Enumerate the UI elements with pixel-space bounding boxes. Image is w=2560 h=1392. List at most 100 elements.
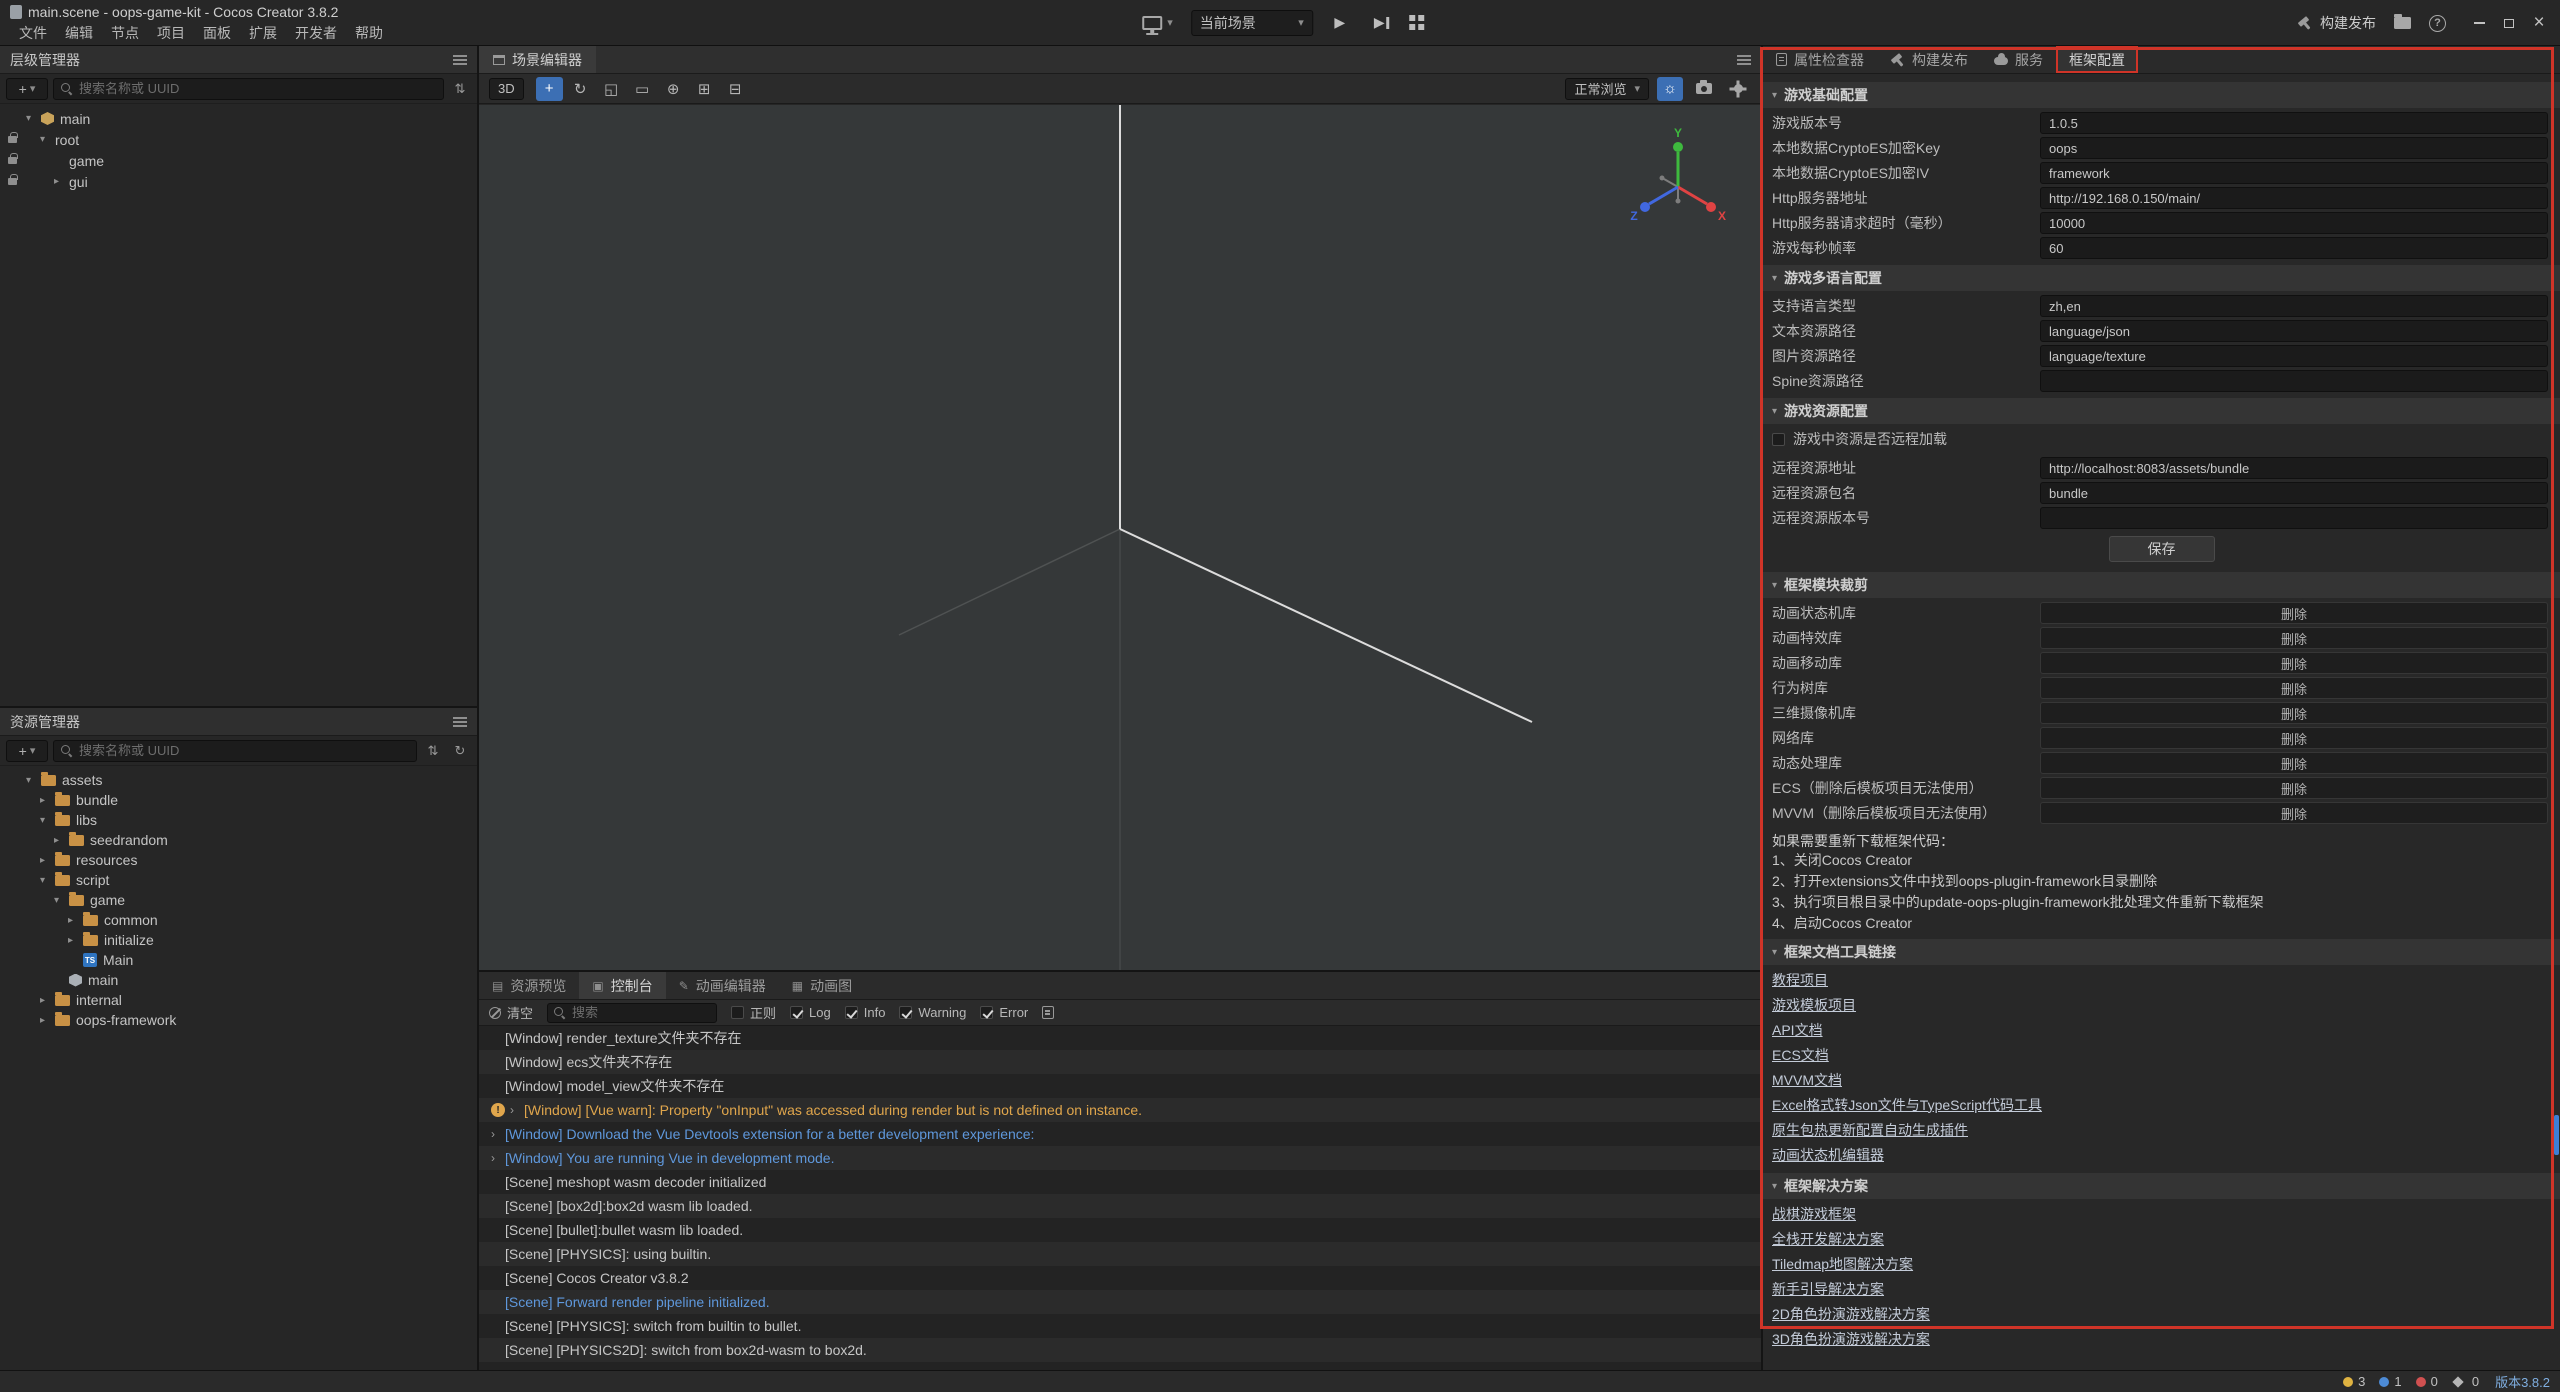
console-filter[interactable]: Warning [899, 1005, 966, 1020]
menu-item[interactable]: 开发者 [286, 23, 346, 43]
menu-item[interactable]: 文件 [10, 23, 56, 43]
log-count-badge[interactable]: 1 [2379, 1374, 2401, 1389]
assets-search[interactable] [53, 740, 417, 762]
3d-2d-toggle[interactable]: 3D [489, 78, 524, 100]
delete-module-button[interactable]: 删除 [2040, 727, 2548, 749]
layout-grid-icon[interactable] [1409, 15, 1424, 30]
scene-gizmo-settings-icon[interactable] [1725, 77, 1751, 101]
expand-arrow-icon[interactable]: ▾ [26, 113, 41, 124]
expand-arrow-icon[interactable]: ▾ [40, 134, 55, 145]
console-filter[interactable]: Info [845, 1005, 886, 1020]
solution-link[interactable]: 2D角色扮演游戏解决方案 [1772, 1304, 1930, 1324]
inspector-tab[interactable]: 服务 [1981, 46, 2056, 73]
task-badge[interactable]: 0 [2454, 1374, 2479, 1389]
asset-row[interactable]: ▾ assets [0, 770, 477, 790]
expand-arrow-icon[interactable]: ▸ [54, 176, 69, 187]
console-search-input[interactable] [572, 1005, 710, 1020]
log-row[interactable]: ! [Scene] [bullet]:bullet wasm lib loade… [479, 1218, 1761, 1242]
tab-scene-editor[interactable]: 场景编辑器 [479, 46, 596, 73]
log-row[interactable]: ! [Scene] meshopt wasm decoder initializ… [479, 1170, 1761, 1194]
log-count-badge[interactable]: 0 [2416, 1374, 2438, 1389]
log-expand-arrow-icon[interactable]: › [491, 1127, 505, 1141]
console-tab[interactable]: ▣ 控制台 [579, 972, 665, 999]
minimize-button[interactable] [2464, 0, 2494, 46]
inspector-tab[interactable]: 属性检查器 [1763, 46, 1877, 73]
view-mode-select[interactable]: 正常浏览 ▾ [1565, 78, 1649, 100]
menu-item[interactable]: 扩展 [240, 23, 286, 43]
console-filter[interactable]: Log [790, 1005, 831, 1020]
field-input[interactable] [2040, 112, 2548, 134]
asset-row[interactable]: Main [0, 950, 477, 970]
scene-tool-button[interactable]: ↻ [567, 77, 594, 101]
solution-link[interactable]: 新手引导解决方案 [1772, 1279, 1884, 1299]
build-publish-button[interactable]: 构建发布 [2297, 13, 2376, 33]
asset-row[interactable]: ▾ script [0, 870, 477, 890]
create-node-button[interactable]: +▾ [6, 78, 48, 100]
hierarchy-search[interactable] [53, 78, 444, 100]
scene-tool-button[interactable]: + [536, 77, 563, 101]
refresh-assets-icon[interactable]: ↻ [449, 743, 471, 759]
field-input[interactable] [2040, 137, 2548, 159]
menu-item[interactable]: 面板 [194, 23, 240, 43]
log-row[interactable]: ! [Scene] [PHYSICS]: switch from builtin… [479, 1314, 1761, 1338]
asset-row[interactable]: ▸ initialize [0, 930, 477, 950]
filter-checkbox[interactable] [980, 1006, 993, 1019]
expand-collapse-all-icon[interactable]: ⇅ [449, 81, 471, 97]
asset-row[interactable]: ▾ game [0, 890, 477, 910]
inspector-tab[interactable]: 框架配置 [2056, 46, 2138, 73]
scene-tool-button[interactable]: ⊞ [691, 77, 718, 101]
asset-row[interactable]: ▸ bundle [0, 790, 477, 810]
asset-row[interactable]: ▸ resources [0, 850, 477, 870]
scene-tool-button[interactable]: ⊟ [722, 77, 749, 101]
doc-link[interactable]: MVVM文档 [1772, 1070, 1842, 1090]
hierarchy-node-row[interactable]: ▸ gui [0, 171, 477, 192]
step-button[interactable]: ▶ [1367, 10, 1397, 36]
expand-arrow-icon[interactable]: ▾ [40, 875, 55, 886]
solution-link[interactable]: 战棋游戏框架 [1772, 1204, 1856, 1224]
asset-row[interactable]: main [0, 970, 477, 990]
field-input[interactable] [2040, 457, 2548, 479]
log-row[interactable]: ! [Window] render_texture文件夹不存在 [479, 1026, 1761, 1050]
play-button[interactable]: ▶ [1325, 10, 1355, 36]
log-row[interactable]: ! [Scene] Forward render pipeline initia… [479, 1290, 1761, 1314]
section-header-docs[interactable]: ▾ 框架文档工具链接 [1763, 939, 2560, 965]
scrollbar-thumb[interactable] [2554, 1115, 2559, 1155]
scene-tool-button[interactable]: ◱ [598, 77, 625, 101]
field-input[interactable] [2040, 237, 2548, 259]
console-filter[interactable]: Error [980, 1005, 1028, 1020]
expand-arrow-icon[interactable]: ▾ [26, 775, 41, 786]
menu-item[interactable]: 节点 [102, 23, 148, 43]
console-tab[interactable]: ✎ 动画编辑器 [666, 972, 779, 999]
project-folder-icon[interactable] [2394, 17, 2411, 29]
log-row[interactable]: ! [Scene] [PHYSICS]: using builtin. [479, 1242, 1761, 1266]
expand-arrow-icon[interactable]: ▸ [68, 935, 83, 946]
log-row[interactable]: ! › [Window] [Vue warn]: Property "onInp… [479, 1098, 1761, 1122]
log-row[interactable]: ! › [Window] You are running Vue in deve… [479, 1146, 1761, 1170]
regex-toggle[interactable]: 正则 [731, 1003, 776, 1022]
delete-module-button[interactable]: 删除 [2040, 602, 2548, 624]
solution-link[interactable]: 3D角色扮演游戏解决方案 [1772, 1329, 1930, 1349]
scene-viewport[interactable]: Y X Z [479, 105, 1761, 970]
log-row[interactable]: ! [Scene] [box2d]:box2d wasm lib loaded. [479, 1194, 1761, 1218]
asset-row[interactable]: ▸ internal [0, 990, 477, 1010]
delete-module-button[interactable]: 删除 [2040, 702, 2548, 724]
solution-link[interactable]: Tiledmap地图解决方案 [1772, 1254, 1913, 1274]
expand-arrow-icon[interactable]: ▸ [40, 855, 55, 866]
delete-module-button[interactable]: 删除 [2040, 752, 2548, 774]
delete-module-button[interactable]: 删除 [2040, 652, 2548, 674]
delete-module-button[interactable]: 删除 [2040, 677, 2548, 699]
console-tab[interactable]: ▤ 资源预览 [479, 972, 579, 999]
section-header-language[interactable]: ▾ 游戏多语言配置 [1763, 265, 2560, 291]
doc-link[interactable]: 原生包热更新配置自动生成插件 [1772, 1120, 1968, 1140]
panel-menu-icon[interactable] [453, 721, 467, 723]
expand-arrow-icon[interactable]: ▸ [68, 915, 83, 926]
filter-checkbox[interactable] [845, 1006, 858, 1019]
save-button[interactable]: 保存 [2109, 536, 2215, 562]
preview-target-select[interactable]: ▾ [1136, 10, 1179, 36]
scene-tool-button[interactable]: ▭ [629, 77, 656, 101]
expand-arrow-icon[interactable]: ▸ [54, 835, 69, 846]
sort-assets-icon[interactable]: ⇅ [422, 743, 444, 759]
regex-checkbox[interactable] [731, 1006, 744, 1019]
log-row[interactable]: ! [Scene] [PHYSICS2D]: switch from box2d… [479, 1338, 1761, 1362]
camera-settings-icon[interactable] [1691, 77, 1717, 101]
